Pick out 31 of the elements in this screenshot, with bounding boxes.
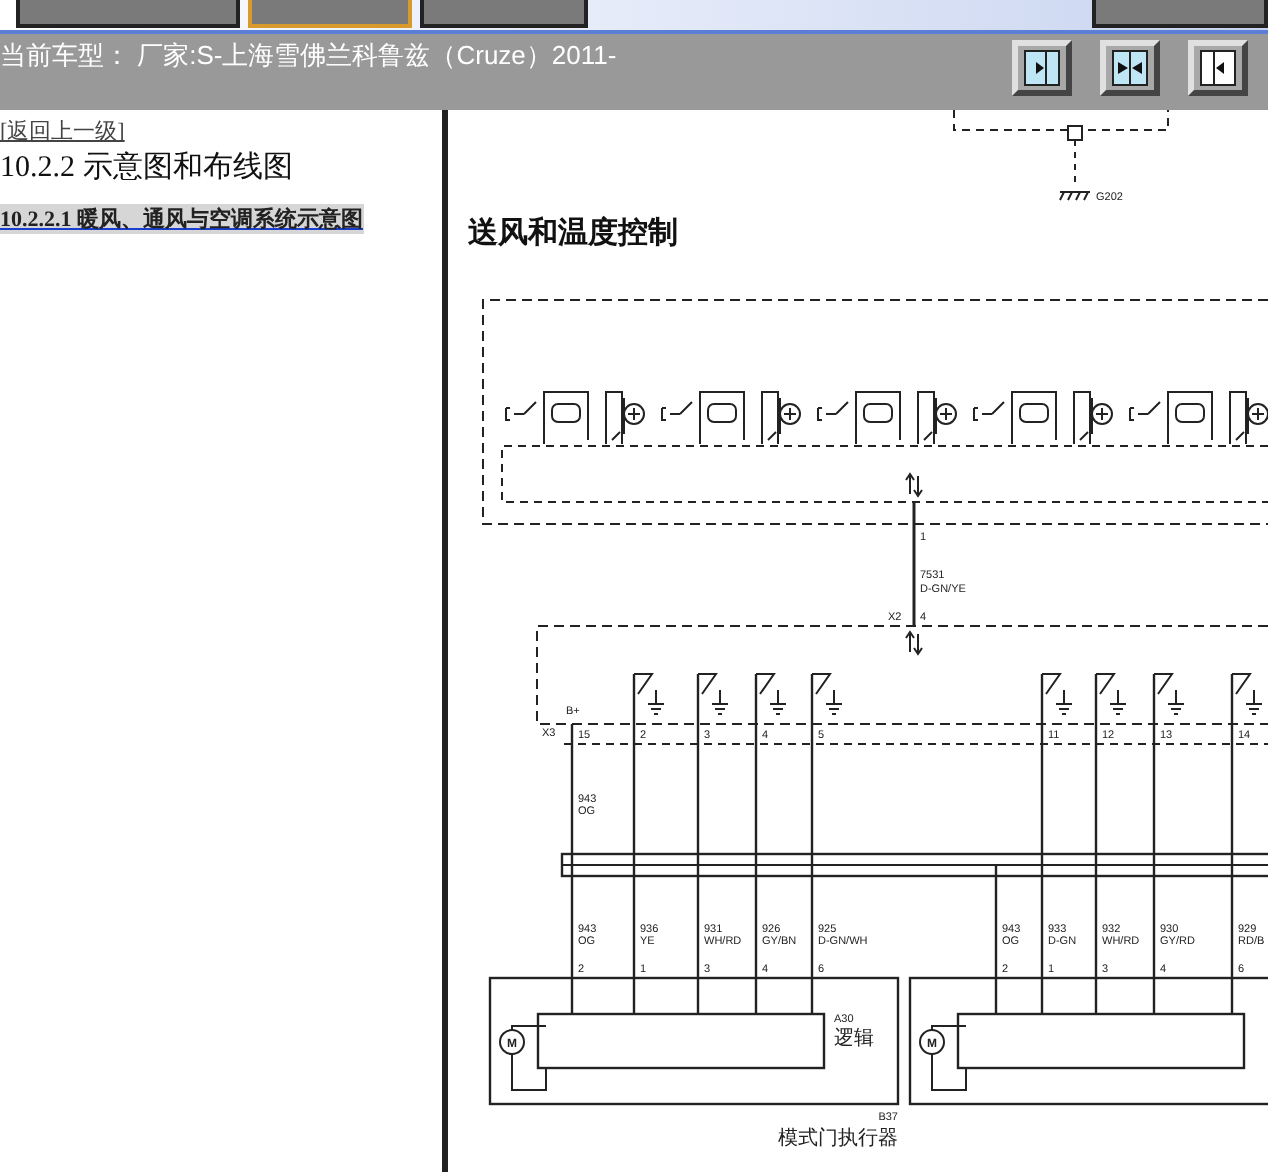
switch-icon	[755, 673, 776, 695]
switch-icon	[811, 673, 832, 695]
ground-icon	[1167, 689, 1185, 715]
connector-arrows-icon	[905, 630, 923, 656]
view-button[interactable]	[1100, 40, 1160, 96]
toolbar-tab[interactable]	[1092, 0, 1268, 28]
view-button[interactable]	[1012, 40, 1072, 96]
ground-icon	[1109, 689, 1127, 715]
component-label: 模式门执行器	[778, 1128, 898, 1150]
view-button[interactable]	[1188, 40, 1248, 96]
diagram-title: 送风和温度控制	[468, 214, 678, 250]
ground-icon	[825, 689, 843, 715]
section-heading: 10.2.2 示意图和布线图	[0, 149, 293, 186]
ground-icon	[711, 689, 729, 715]
switch-icon	[1153, 673, 1174, 695]
switch-icon	[697, 673, 718, 695]
switch-icon	[1231, 673, 1252, 695]
switch-icon	[1095, 673, 1116, 695]
toolbar-tab[interactable]	[420, 0, 588, 28]
component-label: 逻辑	[834, 1028, 874, 1050]
ground-icon	[1245, 689, 1263, 715]
ground-icon	[1059, 191, 1091, 201]
ground-icon	[1055, 689, 1073, 715]
current-vehicle: 当前车型： 厂家:S-上海雪佛兰科鲁兹（Cruze）2011-	[0, 38, 617, 74]
diagram-link[interactable]: 10.2.2.1 暖风、通风与空调系统示意图	[0, 204, 363, 234]
back-link[interactable]: [返回上一级]	[0, 116, 125, 146]
ground-icon	[647, 689, 665, 715]
switch-icon	[633, 673, 654, 695]
ground-icon	[769, 689, 787, 715]
switch-icon	[1041, 673, 1062, 695]
toolbar-tab[interactable]	[16, 0, 240, 28]
